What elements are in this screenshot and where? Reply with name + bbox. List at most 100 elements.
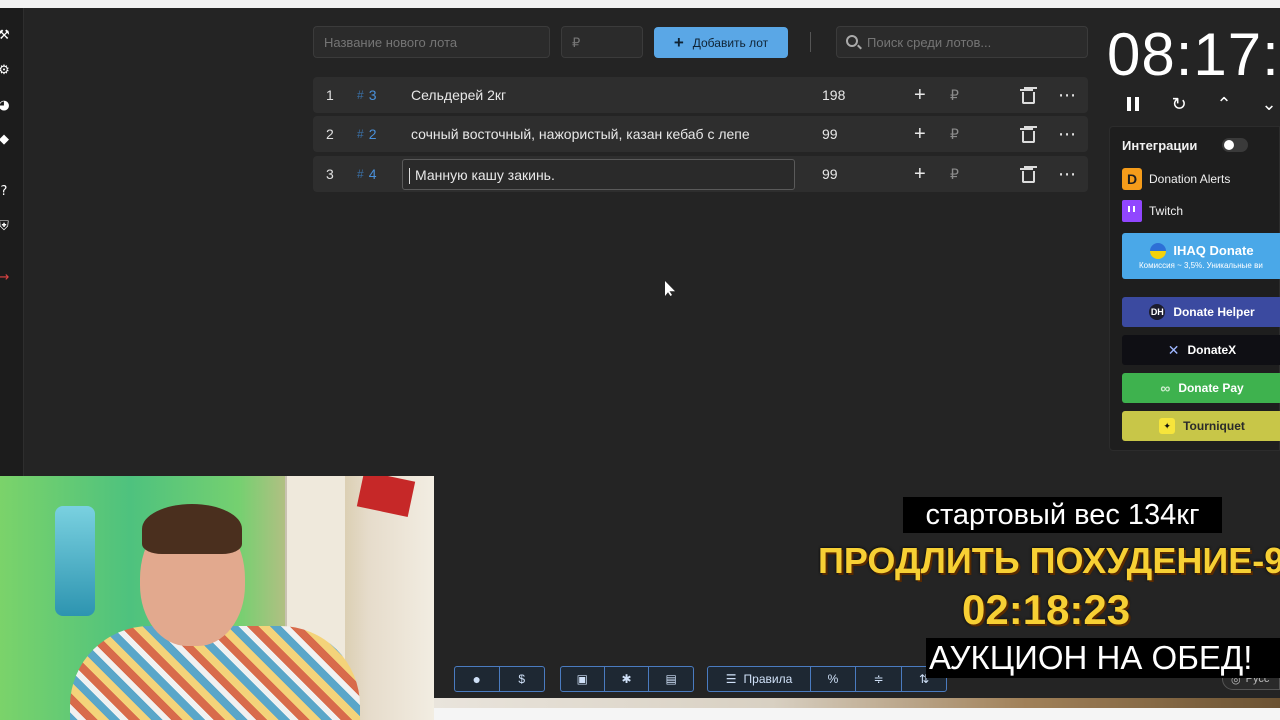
pie-chart-icon[interactable]: ◕ <box>0 98 11 113</box>
rules-label: Правила <box>743 672 793 686</box>
ihaq-donate-button[interactable]: IHAQ Donate Комиссия ~ 3,5%. Уникальные … <box>1122 233 1280 279</box>
integrations-panel: Интеграции D Donation Alerts Twitch IHAQ… <box>1109 126 1280 451</box>
overlay-headline: ПРОДЛИТЬ ПОХУДЕНИЕ-9Р <box>818 540 1280 581</box>
delete-lot-button[interactable] <box>1020 116 1035 152</box>
lot-name-edit-input[interactable]: Манную кашу закинь. <box>402 159 795 190</box>
reset-timer-button[interactable]: ↻ <box>1167 92 1191 116</box>
shield-icon[interactable]: ⛨ <box>0 219 11 234</box>
trash-icon <box>1020 127 1035 143</box>
x-icon: ✕ <box>1167 341 1180 358</box>
lot-amount[interactable]: 99 <box>822 156 838 192</box>
mouse-cursor-icon <box>665 281 675 296</box>
webcam-person-hair <box>142 504 242 554</box>
github-button[interactable]: ● <box>455 667 500 691</box>
webcam-video <box>0 476 434 720</box>
donatex-button[interactable]: ✕ DonateX <box>1122 335 1280 365</box>
tourniquet-icon: ✦ <box>1159 418 1176 434</box>
currency-label[interactable]: ₽ <box>950 156 959 192</box>
timer-down-button[interactable]: ⌄ <box>1257 92 1280 116</box>
help-icon[interactable]: ? <box>0 184 11 199</box>
overlay-start-weight: стартовый вес 134кг <box>903 497 1222 533</box>
chevron-down-icon: ⌄ <box>1261 93 1277 115</box>
currency-label[interactable]: ₽ <box>950 116 959 152</box>
logout-icon[interactable]: → <box>0 270 11 285</box>
currency-label[interactable]: ₽ <box>950 77 959 113</box>
toolbar-group-actions: ▣ ✱ ▤ <box>560 666 694 692</box>
lot-id[interactable]: #2 <box>357 116 376 152</box>
pause-button[interactable] <box>1121 92 1145 116</box>
auction-timer: 08:17:3 <box>1107 21 1280 88</box>
delete-lot-button[interactable] <box>1020 77 1035 113</box>
trash-icon <box>1020 88 1035 104</box>
lot-row: 1 #3 Сельдерей 2кг 198 + ₽ ⋯ <box>313 77 1088 113</box>
list-icon: ☰ <box>725 672 737 686</box>
delete-lot-button[interactable] <box>1020 156 1035 192</box>
infinity-icon: ∞ <box>1160 380 1171 396</box>
clear-lots-button[interactable]: ▤ <box>649 667 693 691</box>
integrations-toggle[interactable] <box>1222 138 1248 152</box>
hammer-icon[interactable]: ⚒ <box>0 28 11 43</box>
donation-alerts-link[interactable]: D Donation Alerts <box>1122 167 1230 191</box>
webcam-sign <box>356 476 416 518</box>
ihaq-commission: Комиссия ~ 3,5%. Уникальные ви <box>1139 260 1263 270</box>
more-options-icon[interactable]: ⋯ <box>1058 116 1076 152</box>
add-amount-icon[interactable]: + <box>914 156 926 192</box>
lot-name[interactable]: Сельдерей 2кг <box>411 77 789 113</box>
trash-list-icon: ▤ <box>665 672 677 686</box>
lot-index: 3 <box>326 166 334 182</box>
more-options-icon[interactable]: ⋯ <box>1058 77 1076 113</box>
layers-icon[interactable]: ◆ <box>0 132 11 147</box>
add-lot-label: Добавить лот <box>692 35 769 50</box>
twitch-link[interactable]: Twitch <box>1122 199 1183 223</box>
lot-row: 3 #4 Манную кашу закинь. 99 + ₽ ⋯ <box>313 156 1088 192</box>
percent-icon: % <box>827 672 839 686</box>
toolbar-group-links: ● $ <box>454 666 545 692</box>
dollar-icon: $ <box>518 672 526 686</box>
toolbar-group-settings: ☰ Правила % ≑ ⇅ <box>707 666 947 692</box>
lot-name[interactable]: сочный восточный, нажористый, казан кеба… <box>411 116 789 152</box>
trash-icon <box>1020 167 1035 183</box>
new-lot-name-input[interactable] <box>313 26 550 58</box>
search-icon <box>846 35 858 47</box>
add-amount-icon[interactable]: + <box>914 77 926 113</box>
lot-amount[interactable]: 99 <box>822 116 838 152</box>
bug-icon: ✱ <box>621 672 632 686</box>
lot-row: 2 #2 сочный восточный, нажористый, казан… <box>313 116 1088 152</box>
lot-amount[interactable]: 198 <box>822 77 845 113</box>
add-lot-button[interactable]: + Добавить лот <box>654 27 788 58</box>
timer-up-button[interactable]: ⌃ <box>1212 92 1236 116</box>
bug-report-button[interactable]: ✱ <box>605 667 650 691</box>
donation-alerts-label: Donation Alerts <box>1149 172 1231 186</box>
donate-button[interactable]: $ <box>500 667 545 691</box>
chevron-up-icon: ⌃ <box>1216 93 1232 115</box>
add-amount-icon[interactable]: + <box>914 116 926 152</box>
text-caret <box>409 168 410 184</box>
donation-alerts-icon: D <box>1122 168 1142 190</box>
split-icon: ≑ <box>873 672 884 686</box>
lot-id[interactable]: #3 <box>357 77 376 113</box>
reset-icon: ↻ <box>1171 93 1187 115</box>
overlay-countdown: 02:18:23 <box>962 586 1131 633</box>
lot-id[interactable]: #4 <box>357 156 376 192</box>
lot-index: 1 <box>326 87 334 103</box>
toolbar-divider <box>810 32 811 52</box>
left-sidebar: ⚒ ⚙ ◕ ◆ ? ⛨ → <box>0 8 24 476</box>
donate-helper-icon: DH <box>1149 304 1166 320</box>
gear-icon[interactable]: ⚙ <box>0 63 11 78</box>
search-input[interactable] <box>836 26 1088 58</box>
rules-button[interactable]: ☰ Правила <box>708 667 811 691</box>
donate-helper-button[interactable]: DH Donate Helper <box>1122 297 1280 327</box>
plus-icon: + <box>673 33 684 52</box>
taskbar-strip <box>434 708 1280 720</box>
more-options-icon[interactable]: ⋯ <box>1058 156 1076 192</box>
tourniquet-button[interactable]: ✦ Tourniquet <box>1122 411 1280 441</box>
pause-icon <box>1127 97 1139 111</box>
donate-pay-button[interactable]: ∞ Donate Pay <box>1122 373 1280 403</box>
save-button[interactable]: ▣ <box>561 667 605 691</box>
percent-button[interactable]: % <box>811 667 856 691</box>
github-icon: ● <box>472 671 481 687</box>
webcam-bottle <box>55 506 95 616</box>
compress-button[interactable]: ≑ <box>856 667 902 691</box>
new-lot-amount-input[interactable] <box>561 26 643 58</box>
save-icon: ▣ <box>576 672 588 686</box>
